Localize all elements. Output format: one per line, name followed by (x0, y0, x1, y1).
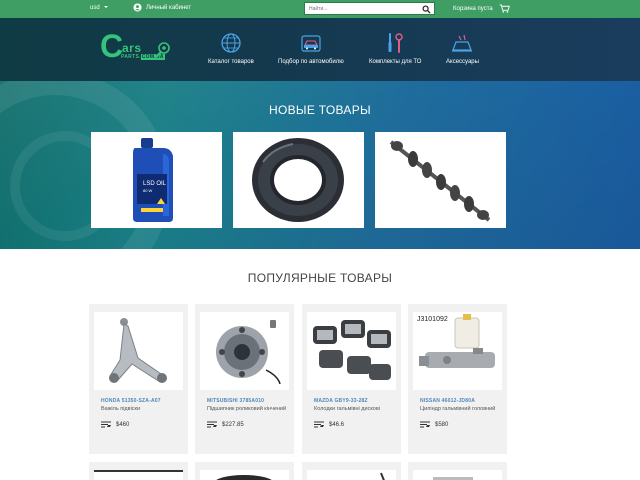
nav-accessories-label: Аксессуары (446, 59, 479, 65)
product-image[interactable] (94, 470, 183, 480)
user-icon (133, 3, 142, 12)
product-card[interactable]: MAZDA GBY9-33-28Z Колодки гальмівні диск… (302, 304, 401, 454)
product-name[interactable]: MITSUBISHI 3785A010 (207, 398, 289, 404)
price-value: $46.6 (329, 421, 345, 428)
cart-link[interactable]: Корзина пуста (453, 4, 510, 13)
search-icon[interactable] (422, 5, 431, 14)
new-products-banner: НОВЫЕ ТОВАРЫ LSD OIL 80 W (0, 81, 640, 249)
logo-word: ars (122, 41, 142, 55)
top-bar: usd Личный кабинет Корзина пуста (0, 0, 640, 18)
svg-text:J3101092: J3101092 (417, 316, 448, 323)
product-image[interactable] (200, 470, 289, 480)
product-name[interactable]: HONDA 51350-SZA-A07 (101, 398, 183, 404)
product-name[interactable]: NISSAN 46012-JD80A (420, 398, 502, 404)
cart-icon (499, 4, 510, 13)
product-price: $46.6 (314, 421, 344, 428)
nav-by-car[interactable]: Подбор по автомобилю (278, 32, 344, 65)
nav-accessories[interactable]: Аксессуары (446, 32, 479, 65)
svg-text:80 W: 80 W (143, 188, 153, 193)
wrench-gear-icon (154, 42, 170, 59)
camshaft-icon (389, 140, 491, 222)
currency-selector[interactable]: usd (90, 5, 108, 11)
product-description: Підшипник роликовий кінчений (207, 406, 287, 412)
account-label: Личный кабинет (146, 4, 192, 11)
price-tag-icon (420, 421, 430, 428)
product-image[interactable] (307, 470, 396, 480)
product-image[interactable] (200, 312, 289, 390)
product-card[interactable]: J3101092 NISSAN 46012-JD80A Циліндр галь… (408, 304, 507, 454)
product-image[interactable] (307, 312, 396, 390)
product-image[interactable] (94, 312, 183, 390)
car-wash-icon (452, 34, 473, 52)
site-logo[interactable]: C ars PARTS.COM.UA (100, 28, 175, 68)
product-price: $580 (420, 421, 448, 428)
product-image[interactable] (413, 470, 502, 480)
new-product-card[interactable]: LSD OIL 80 W (91, 132, 222, 228)
car-icon (301, 35, 321, 52)
nav-catalog-label: Каталог товаров (208, 59, 254, 65)
product-description: Циліндр гальмівний головний (420, 406, 496, 412)
product-card[interactable] (195, 462, 294, 480)
product-card[interactable] (408, 462, 507, 480)
currency-label: usd (90, 5, 100, 11)
new-product-card[interactable] (375, 132, 506, 228)
product-name[interactable]: MAZDA GBY9-33-28Z (314, 398, 396, 404)
new-product-card[interactable] (233, 132, 364, 228)
search-input[interactable] (305, 5, 415, 12)
master-cylinder-icon: J3101092 (417, 314, 495, 368)
seal-ring-icon (252, 138, 344, 222)
product-card[interactable]: MITSUBISHI 3785A010 Підшипник роликовий … (195, 304, 294, 454)
product-image[interactable]: J3101092 (413, 312, 502, 390)
product-price: $227.85 (207, 421, 244, 428)
wheel-hub-icon (216, 320, 281, 385)
product-description: Важіль підвіски (101, 406, 141, 412)
account-link[interactable]: Личный кабинет (133, 3, 191, 12)
oil-bottle-icon: LSD OIL 80 W (133, 138, 173, 222)
price-tag-icon (207, 421, 217, 428)
product-card[interactable] (89, 462, 188, 480)
globe-icon (221, 33, 241, 53)
product-card[interactable] (302, 462, 401, 480)
caret-down-icon (103, 6, 108, 9)
price-value: $227.85 (222, 421, 244, 428)
svg-text:LSD OIL: LSD OIL (143, 181, 167, 187)
nav-catalog[interactable]: Каталог товаров (208, 32, 254, 65)
main-header: C ars PARTS.COM.UA Каталог товаров Подбо… (0, 18, 640, 81)
price-tag-icon (314, 421, 324, 428)
nav-kits-label: Комплекты для ТО (369, 59, 422, 65)
product-description: Колодки гальмівні дискові (314, 406, 380, 412)
nav-by-car-label: Подбор по автомобилю (278, 59, 344, 65)
control-arm-icon (109, 318, 167, 383)
new-products-title: НОВЫЕ ТОВАРЫ (269, 103, 371, 117)
cart-label: Корзина пуста (453, 5, 493, 12)
product-price: $460 (101, 421, 129, 428)
search-bar (304, 2, 435, 15)
brake-pads-icon (313, 320, 391, 380)
price-tag-icon (101, 421, 111, 428)
nav-kits[interactable]: Комплекты для ТО (369, 32, 421, 65)
logo-letter: C (100, 28, 124, 64)
popular-products-title: ПОПУЛЯРНЫЕ ТОВАРЫ (247, 271, 393, 285)
tools-icon (388, 33, 403, 53)
price-value: $460 (116, 421, 130, 428)
price-value: $580 (435, 421, 449, 428)
product-card[interactable]: HONDA 51350-SZA-A07 Важіль підвіски $460 (89, 304, 188, 454)
